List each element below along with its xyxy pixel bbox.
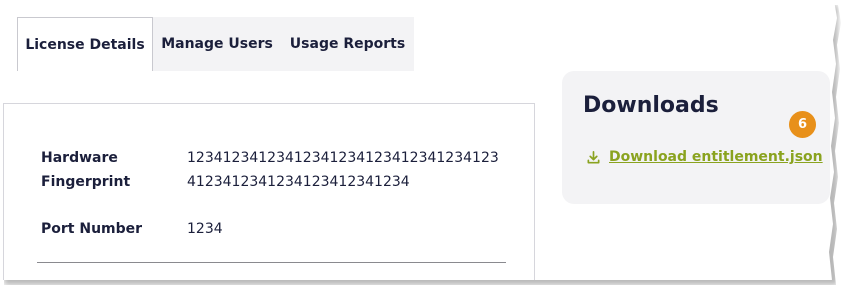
downloads-title: Downloads [583,93,719,118]
download-entitlement-link[interactable]: Download entitlement.json [586,149,823,165]
fingerprint-label: Hardware Fingerprint [41,150,131,190]
tab-license-details[interactable]: License Details [17,17,153,71]
download-link-label: Download entitlement.json [609,149,823,165]
downloads-panel: Downloads 6 Download entitlement.json [562,71,830,204]
download-icon [587,150,600,163]
screenshot-frame: License Details Manage Users Usage Repor… [0,0,837,280]
port-label: Port Number [41,221,143,237]
divider [37,262,506,263]
port-value: 1234 [187,221,223,237]
tab-manage-users[interactable]: Manage Users [153,17,281,71]
license-details-card: Hardware Fingerprint 1234123412341234123… [3,103,535,280]
fingerprint-value: 1234123412341234123412341234123412341234… [187,150,499,190]
tab-usage-reports[interactable]: Usage Reports [281,17,414,71]
tab-bar: License Details Manage Users Usage Repor… [17,17,414,71]
step-badge: 6 [789,111,816,138]
